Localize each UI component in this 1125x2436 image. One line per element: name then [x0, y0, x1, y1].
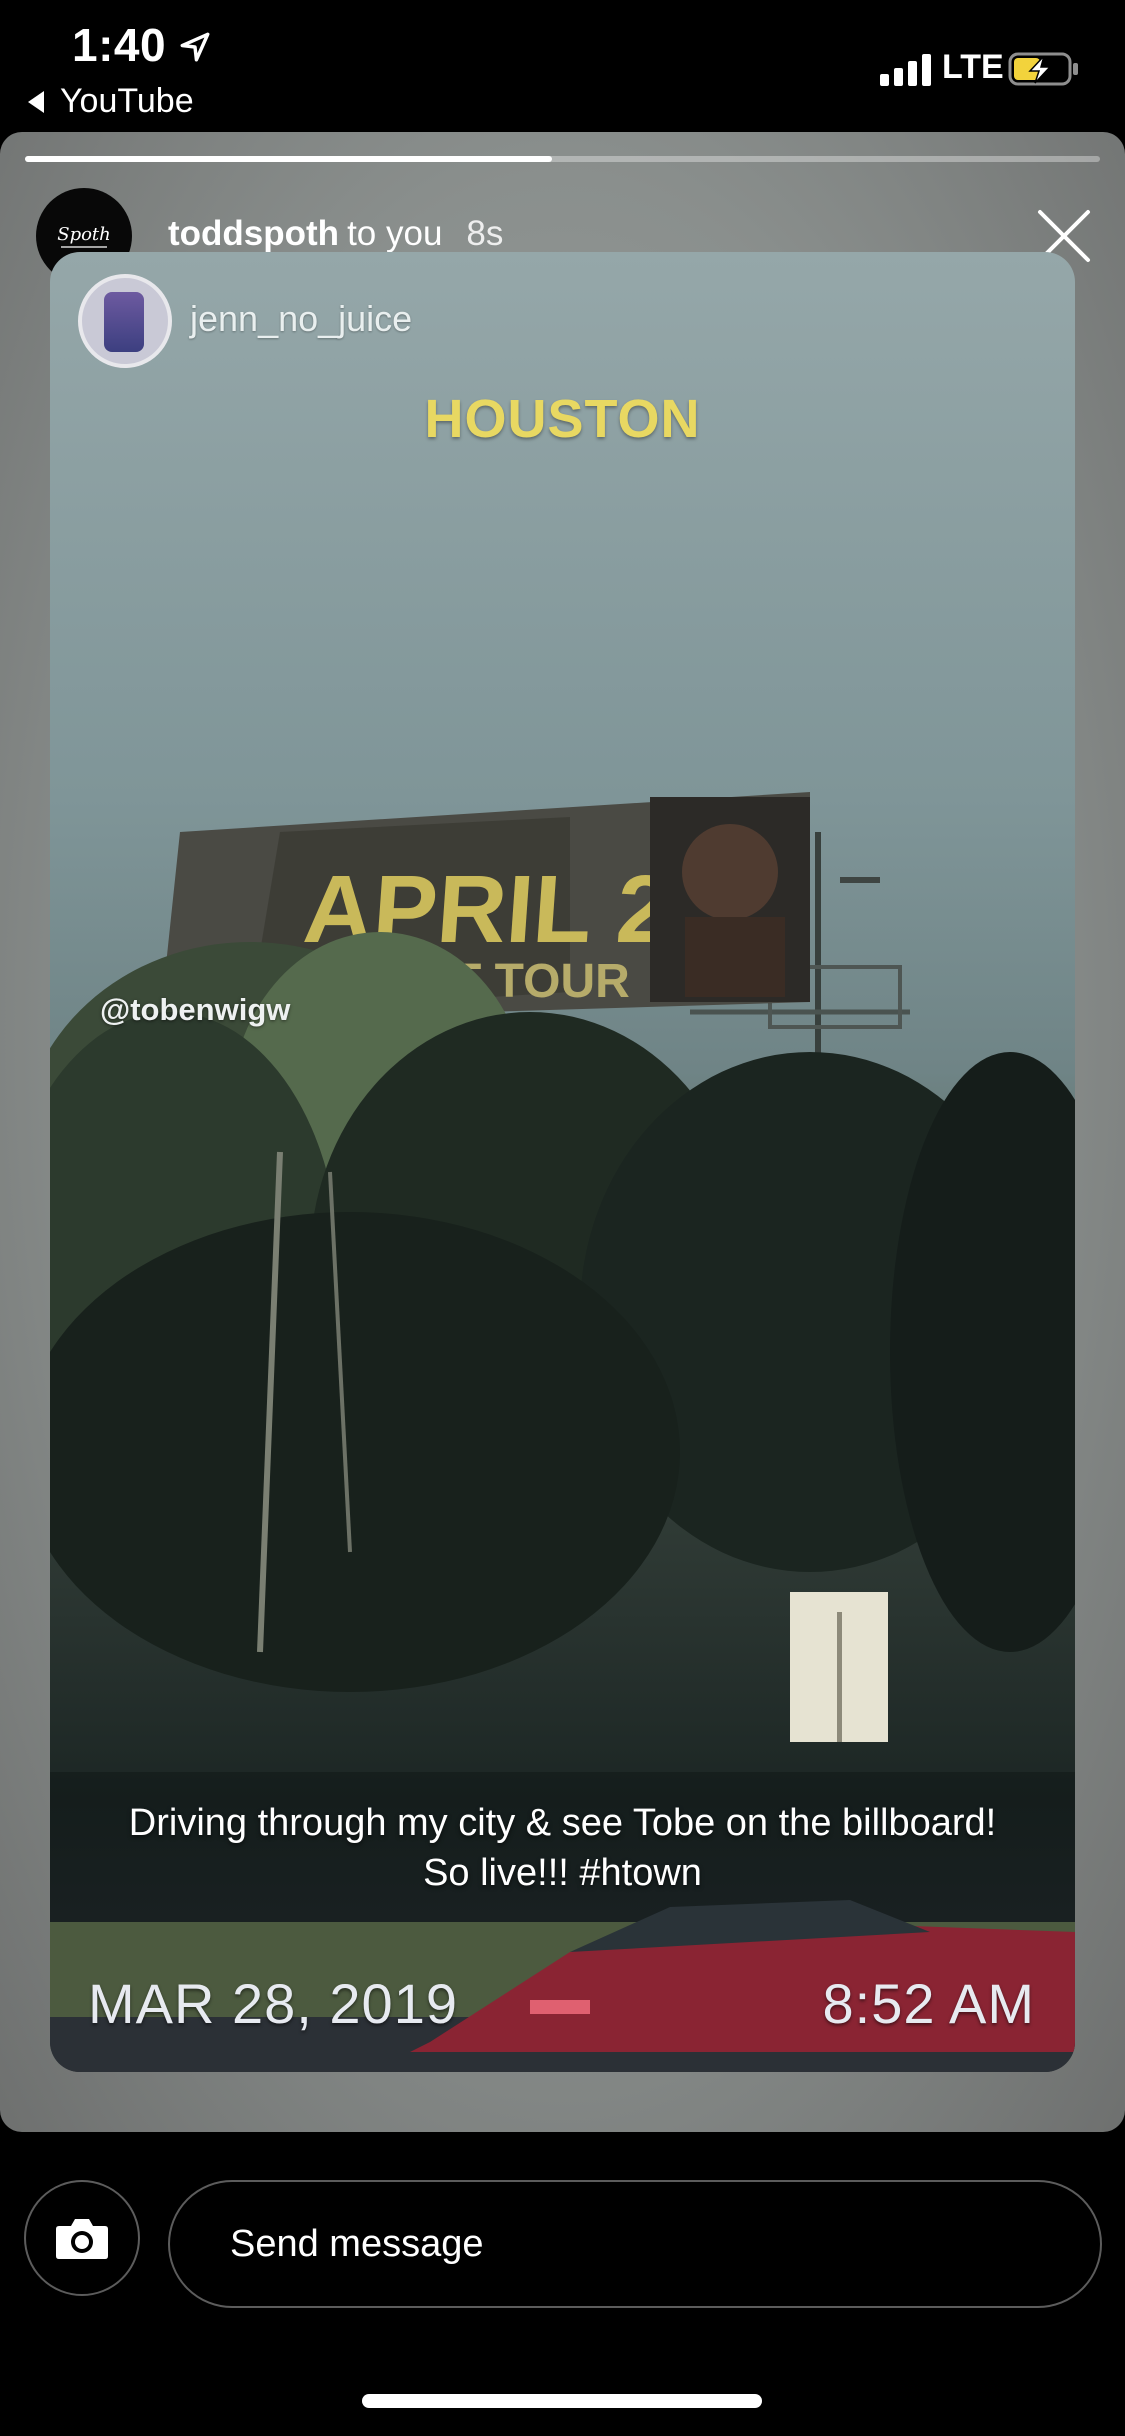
back-caret-icon — [28, 90, 44, 113]
network-type-label: LTE — [942, 48, 1004, 86]
back-to-app-button[interactable]: YouTube — [28, 82, 194, 121]
status-bar: 1:40 YouTube LTE — [0, 0, 1125, 132]
location-sticker: HOUSTON — [424, 389, 701, 449]
camera-button[interactable] — [24, 2180, 140, 2296]
recipient-label: to you — [347, 214, 443, 253]
sender-username[interactable]: toddspoth — [168, 214, 339, 253]
spoth-logo: Spoth — [57, 224, 111, 248]
back-app-label: YouTube — [60, 82, 194, 120]
cellular-signal-icon — [880, 52, 931, 86]
home-indicator[interactable] — [362, 2394, 762, 2408]
location-arrow-icon — [180, 32, 210, 62]
battery-charging-icon — [1008, 52, 1078, 86]
camera-icon — [56, 2219, 108, 2259]
story-caption: Driving through my city & see Tobe on th… — [50, 1798, 1075, 1898]
time-stamp: 8:52 AM — [822, 1972, 1035, 2035]
original-poster-username: jenn_no_juice — [190, 298, 413, 339]
story-media: APRIL 20 NOT TOUR jenn_no_juice HOUSTON … — [50, 252, 1075, 2072]
story-viewer[interactable]: Spoth toddspoth to you 8s APRIL 20 NOT TOU… — [0, 132, 1125, 2132]
story-progress-fill — [25, 156, 552, 162]
svg-text:Spoth: Spoth — [57, 224, 111, 245]
date-stamp: MAR 28, 2019 — [88, 1972, 458, 2035]
original-poster-avatar — [78, 274, 172, 368]
caption-line-1: Driving through my city & see Tobe on th… — [128, 1802, 997, 1844]
story-age: 8s — [466, 214, 504, 253]
send-message-input[interactable] — [168, 2180, 1102, 2308]
status-time: 1:40 — [72, 19, 167, 71]
mention-tag: @tobenwigw — [100, 992, 291, 1027]
story-header: toddspoth to you 8s — [168, 214, 503, 254]
story-progress-bar — [25, 156, 1100, 162]
reply-bar — [0, 2132, 1125, 2436]
caption-line-2: So live!!! #htown — [423, 1852, 702, 1894]
